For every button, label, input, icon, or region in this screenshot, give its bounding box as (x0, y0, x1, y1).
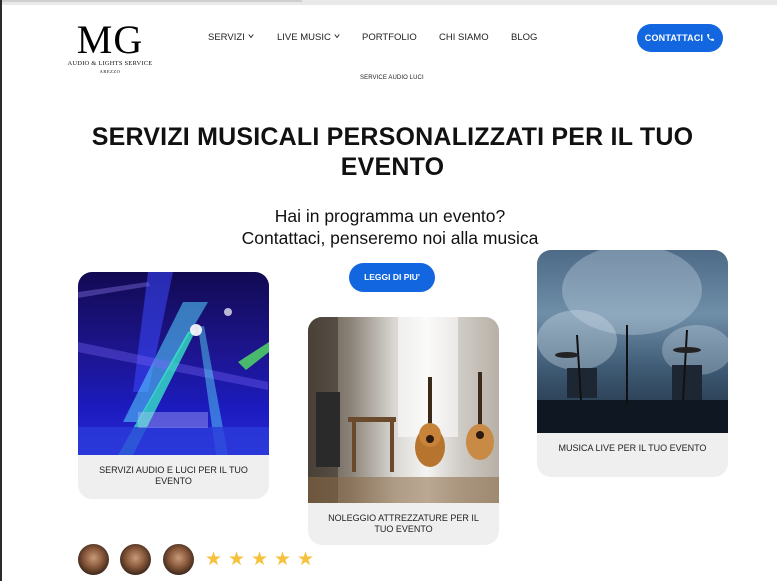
submenu-item-service-audio-luci[interactable]: SERVICE AUDIO LUCI (360, 75, 424, 81)
nav-item-chi-siamo[interactable]: CHI SIAMO (439, 32, 489, 43)
reviewer-avatar (163, 544, 194, 575)
stage-microphones-image (537, 250, 728, 433)
page-title: SERVIZI MUSICALI PERSONALIZZATI PER IL T… (91, 123, 694, 181)
card-caption: SERVIZI AUDIO E LUCI PER IL TUO EVENTO (99, 465, 248, 486)
nav-item-portfolio[interactable]: PORTFOLIO (362, 32, 417, 43)
card-caption: MUSICA LIVE PER IL TUO EVENTO (558, 443, 707, 453)
site-logo[interactable]: MG AUDIO & LIGHTS SERVICE AREZZO (64, 20, 156, 76)
nav-item-label: LIVE MUSIC (277, 32, 331, 43)
logo-city: AREZZO (99, 69, 121, 74)
logo-subtitle: AUDIO & LIGHTS SERVICE (67, 60, 153, 67)
logo-mark: MG (76, 17, 144, 62)
chevron-down-icon (334, 34, 340, 39)
service-card-audio-lights[interactable]: SERVIZI AUDIO E LUCI PER IL TUO EVENTO (78, 272, 269, 499)
reviewer-avatar (120, 544, 151, 575)
service-card-equipment-rental[interactable]: NOLEGGIO ATTREZZATURE PER IL TUO EVENTO (308, 317, 499, 545)
star-icon: ★ (274, 549, 292, 570)
hero-subtitle-line2: Contattaci, penseremo noi alla musica (241, 228, 539, 248)
nav-item-label: PORTFOLIO (362, 32, 417, 43)
nav-item-live-music[interactable]: LIVE MUSIC (277, 32, 340, 43)
star-icon: ★ (297, 549, 315, 570)
service-card-live-music[interactable]: MUSICA LIVE PER IL TUO EVENTO (537, 250, 728, 477)
read-more-button[interactable]: LEGGI DI PIU' (349, 263, 435, 292)
nav-item-label: BLOG (511, 32, 538, 43)
phone-icon (707, 34, 715, 41)
star-icon: ★ (251, 549, 269, 570)
contact-button-label: CONTATTACI (644, 33, 704, 43)
nav-item-label: SERVIZI (208, 32, 245, 43)
window-edge (0, 0, 2, 581)
guitars-room-image (308, 317, 499, 503)
browser-top-bar (0, 0, 777, 5)
chevron-down-icon (248, 34, 254, 39)
reviewer-avatar (78, 544, 109, 575)
hero-subtitle-line1: Hai in programma un evento? (274, 206, 506, 226)
nav-item-servizi[interactable]: SERVIZI (208, 32, 254, 43)
contact-button[interactable]: CONTATTACI (637, 24, 723, 52)
star-icon: ★ (228, 549, 246, 570)
nav-item-label: CHI SIAMO (439, 32, 489, 43)
card-caption: NOLEGGIO ATTREZZATURE PER IL TUO EVENTO (328, 513, 479, 534)
star-icon: ★ (205, 549, 223, 570)
nav-item-blog[interactable]: BLOG (511, 32, 537, 43)
concert-lights-image (78, 272, 269, 455)
